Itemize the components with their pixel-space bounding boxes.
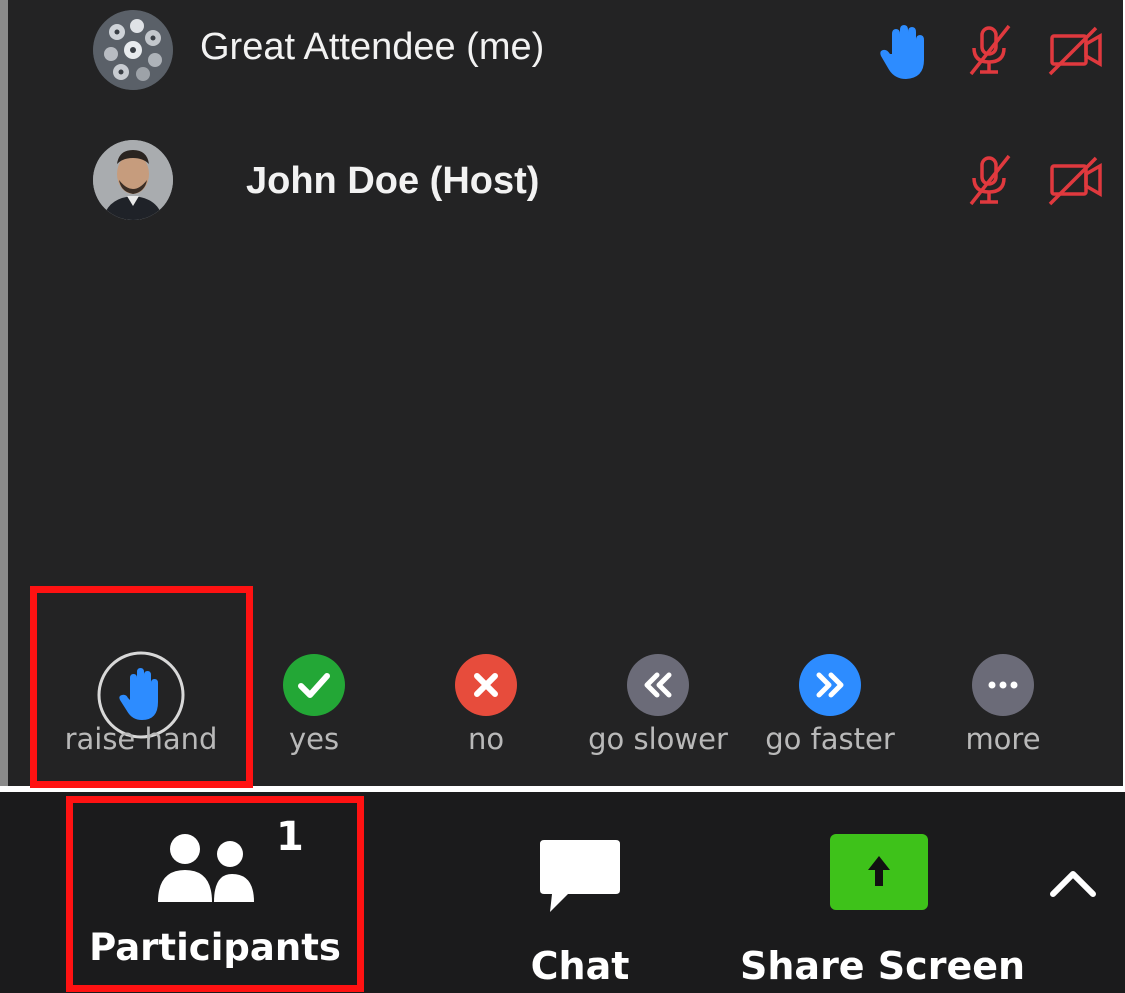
video-off-icon [1048,22,1102,78]
raised-hand-icon [878,24,930,80]
avatar [93,10,173,90]
share-screen-icon [830,834,928,915]
reaction-label: go faster [765,722,895,756]
chat-bubble-icon [538,838,622,921]
no-button[interactable]: no [398,620,574,780]
share-screen-button[interactable]: Share Screen [740,802,1026,990]
chat-label: Chat [530,944,630,988]
video-off-icon [1048,152,1102,208]
reaction-label: more [965,722,1041,756]
x-icon [454,653,518,722]
mic-muted-icon [963,22,1015,78]
reaction-label: go slower [588,722,728,756]
participants-button[interactable]: 1 Participants [72,802,358,990]
reactions-bar: raise hand yes no go slower go faster mo… [8,620,1123,786]
participant-name: John Doe (Host) [246,160,540,202]
reaction-label: no [467,722,505,756]
rewind-icon [626,653,690,722]
fast-forward-icon [798,653,862,722]
ellipsis-icon [971,653,1035,722]
avatar [93,140,173,220]
chat-button[interactable]: Chat [480,802,680,990]
mic-muted-icon [963,152,1015,208]
participant-row-great-attendee[interactable]: Great Attendee (me) [8,0,1123,100]
participants-count-badge: 1 [276,814,304,860]
chevron-up-icon[interactable] [1048,866,1098,905]
participant-row-john-doe[interactable]: John Doe (Host) [8,130,1123,230]
check-icon [282,653,346,722]
raise-hand-button[interactable]: raise hand [53,620,229,780]
yes-button[interactable]: yes [226,620,402,780]
go-slower-button[interactable]: go slower [570,620,746,780]
participants-icon [156,830,260,915]
window-edge [0,0,8,786]
participants-label: Participants [89,926,341,969]
participant-name: Great Attendee (me) [200,26,545,68]
reaction-label: yes [288,722,340,756]
meeting-toolbar: 1 Participants Chat Share Screen [0,792,1125,993]
more-button[interactable]: more [915,620,1091,780]
go-faster-button[interactable]: go faster [742,620,918,780]
reaction-label: raise hand [64,722,218,756]
share-screen-label: Share Screen [740,944,1026,988]
